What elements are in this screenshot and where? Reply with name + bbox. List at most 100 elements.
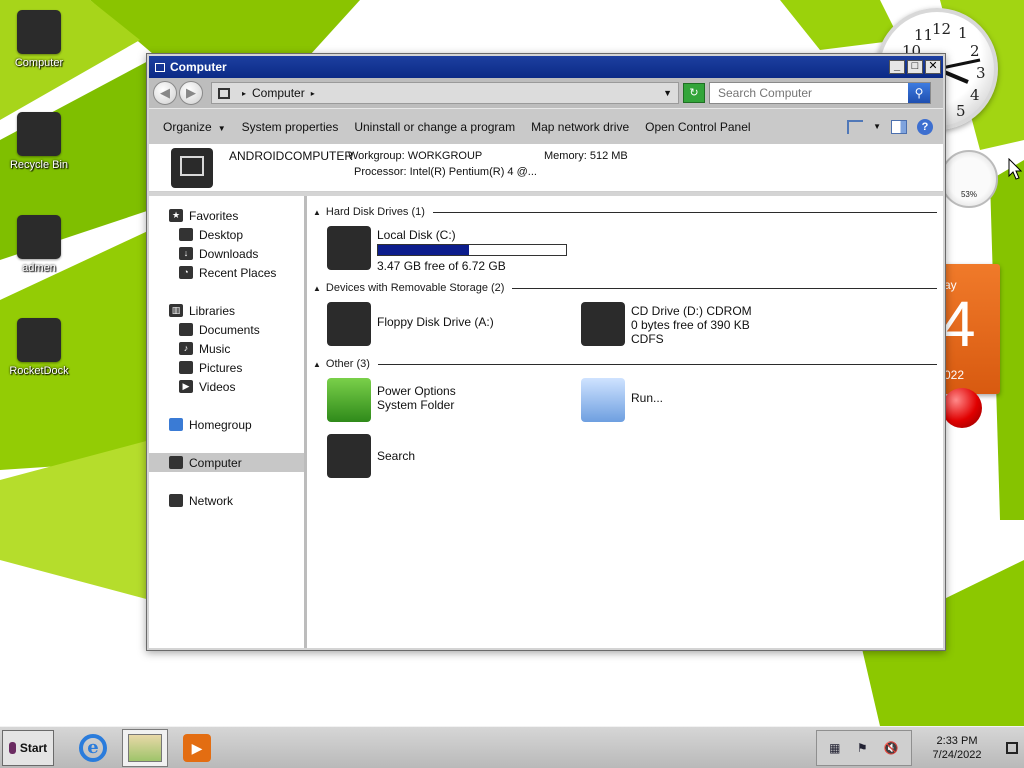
maximize-button[interactable]: □	[907, 60, 923, 74]
change-view-icon[interactable]	[847, 119, 864, 134]
item-run[interactable]: Run...	[581, 378, 663, 422]
command-bar: Organize ▼ System properties Uninstall or…	[149, 108, 943, 144]
nav-desktop[interactable]: Desktop	[149, 225, 304, 244]
taskbar-internet-explorer[interactable]: e	[70, 729, 116, 767]
nav-label: Libraries	[189, 303, 236, 318]
desktop-icon-rocketdock[interactable]: RocketDock	[2, 318, 76, 377]
drive-free-space: 0 bytes free of 390 KB	[631, 318, 750, 332]
nav-downloads[interactable]: ↓ Downloads	[149, 244, 304, 263]
search-icon[interactable]: ⚲	[908, 83, 930, 103]
show-desktop-button[interactable]	[1006, 741, 1018, 754]
nav-label: Documents	[199, 322, 260, 337]
address-dropdown-icon[interactable]: ▼	[663, 88, 672, 98]
uninstall-program-button[interactable]: Uninstall or change a program	[346, 120, 523, 134]
nav-documents[interactable]: Documents	[149, 320, 304, 339]
group-header-removable-storage[interactable]: ▲ Devices with Removable Storage (2)	[313, 280, 937, 296]
preview-pane-icon[interactable]	[891, 119, 907, 134]
address-bar[interactable]: ▸ Computer ▸ ▼	[211, 82, 679, 104]
taskbar-windows-explorer[interactable]	[122, 728, 168, 767]
nav-homegroup[interactable]: Homegroup	[149, 415, 304, 434]
nav-label: Recent Places	[199, 265, 277, 280]
nav-recent-places[interactable]: ◔ Recent Places	[149, 263, 304, 282]
desktop-icon	[179, 228, 193, 241]
recycle-bin-icon	[17, 112, 61, 156]
nav-network[interactable]: Network	[149, 491, 304, 510]
homegroup-icon	[169, 418, 183, 431]
nav-computer[interactable]: Computer	[149, 453, 304, 472]
forward-button[interactable]: ▶	[179, 81, 203, 105]
nav-label: Videos	[199, 379, 236, 394]
address-row: ◀ ▶ ▸ Computer ▸ ▼ ↻ ⚲	[149, 78, 943, 108]
desktop-icon-admen[interactable]: admen	[2, 215, 76, 274]
search-input[interactable]	[716, 85, 902, 101]
nav-pictures[interactable]: Pictures	[149, 358, 304, 377]
system-properties-button[interactable]: System properties	[234, 120, 347, 134]
item-power-options[interactable]: Power Options System Folder	[327, 378, 456, 422]
internet-explorer-icon: e	[79, 733, 107, 762]
back-button[interactable]: ◀	[153, 81, 177, 105]
windows-explorer-icon	[128, 733, 162, 762]
group-label: Other (3)	[325, 358, 370, 370]
drive-name: Floppy Disk Drive (A:)	[377, 315, 494, 329]
computer-icon	[17, 10, 61, 54]
nav-label: Network	[189, 493, 234, 508]
group-header-hard-disk-drives[interactable]: ▲ Hard Disk Drives (1)	[313, 204, 937, 220]
hard-disk-icon	[327, 226, 371, 270]
mouse-cursor-icon	[1008, 158, 1022, 180]
nav-libraries[interactable]: ▥ Libraries	[149, 301, 304, 320]
title-bar[interactable]: Computer _ □ ✕	[149, 56, 943, 78]
collapse-icon: ▲	[313, 283, 321, 293]
search-box[interactable]: ⚲	[709, 82, 931, 104]
computer-icon	[171, 148, 213, 188]
close-button[interactable]: ✕	[925, 60, 941, 74]
desktop-icon-recycle-bin[interactable]: Recycle Bin	[2, 112, 76, 171]
open-control-panel-button[interactable]: Open Control Panel	[637, 120, 758, 134]
map-network-drive-button[interactable]: Map network drive	[523, 120, 637, 134]
download-icon: ↓	[179, 247, 193, 260]
taskbar: Start e ▶ ▦ ⚑ 🔇 2:33 PM 7/24/2022	[0, 726, 1024, 768]
start-button[interactable]: Start	[2, 729, 54, 766]
desktop-icon-label: Computer	[14, 57, 64, 69]
item-subtitle: System Folder	[377, 398, 455, 412]
volume-muted-icon[interactable]: 🔇	[884, 741, 899, 755]
organize-button[interactable]: Organize ▼	[155, 120, 234, 134]
nav-label: Computer	[189, 455, 242, 470]
notification-area[interactable]: ▦ ⚑ 🔇	[816, 729, 912, 766]
memory-info: Memory: 512 MB	[544, 150, 628, 162]
nav-music[interactable]: ♪ Music	[149, 339, 304, 358]
cpu-meter-gadget[interactable]: 53%	[940, 150, 998, 208]
group-label: Hard Disk Drives (1)	[325, 206, 425, 218]
collapse-icon: ▲	[313, 359, 321, 369]
action-center-icon[interactable]: ⚑	[857, 741, 868, 755]
library-icon: ▥	[169, 304, 183, 317]
search-icon	[327, 434, 371, 478]
refresh-button[interactable]: ↻	[683, 83, 705, 103]
floppy-disk-icon	[327, 302, 371, 346]
drive-local-disk-c[interactable]: Local Disk (C:) 3.47 GB free of 6.72 GB	[327, 226, 567, 273]
nav-label: Pictures	[199, 360, 243, 375]
breadcrumb-computer[interactable]: Computer	[252, 86, 305, 100]
breadcrumb-separator[interactable]: ▸	[242, 89, 246, 98]
network-tray-icon[interactable]: ▦	[829, 741, 840, 755]
breadcrumb-separator[interactable]: ▸	[311, 89, 315, 98]
documents-icon	[179, 323, 193, 336]
nav-favorites[interactable]: ★ Favorites	[149, 206, 304, 225]
processor-info: Processor: Intel(R) Pentium(R) 4 @...	[354, 166, 537, 178]
nav-videos[interactable]: ▶ Videos	[149, 377, 304, 396]
taskbar-clock[interactable]: 2:33 PM 7/24/2022	[912, 734, 1002, 762]
collapse-icon: ▲	[313, 207, 321, 217]
desktop-icon-computer[interactable]: Computer	[2, 10, 76, 69]
explorer-window[interactable]: Computer _ □ ✕ ◀ ▶ ▸ Computer ▸ ▼ ↻ ⚲ Or…	[146, 53, 946, 651]
group-header-other[interactable]: ▲ Other (3)	[313, 356, 937, 372]
calendar-gadget[interactable]: ay 4 022	[940, 264, 1000, 394]
taskbar-media-player[interactable]: ▶	[174, 729, 220, 767]
drive-floppy-a[interactable]: Floppy Disk Drive (A:)	[327, 302, 494, 346]
help-icon[interactable]: ?	[917, 118, 933, 135]
drive-cd-d[interactable]: CD Drive (D:) CDROM 0 bytes free of 390 …	[581, 302, 752, 346]
minimize-button[interactable]: _	[889, 60, 905, 74]
view-options-chevron-icon[interactable]: ▼	[873, 122, 881, 131]
red-ball-gadget	[942, 388, 982, 428]
item-search[interactable]: Search	[327, 434, 415, 478]
clock-time: 2:33 PM	[936, 734, 978, 747]
desktop-icon-label: admen	[22, 262, 56, 274]
